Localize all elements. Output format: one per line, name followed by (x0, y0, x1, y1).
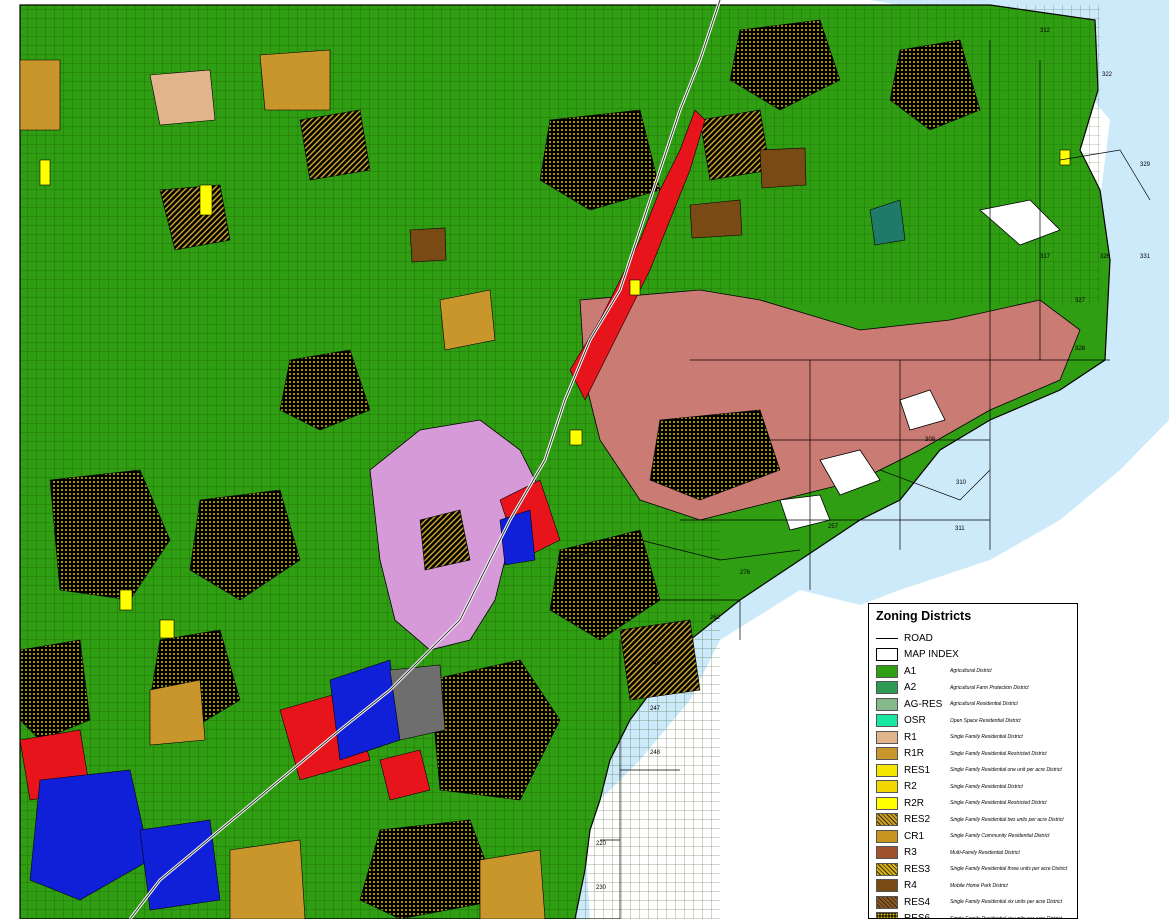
zoning-legend: Zoning Districts ROAD MAP INDEX A1 Agricult… (868, 603, 1078, 919)
legend-swatch (876, 747, 898, 760)
legend-swatch (876, 637, 898, 639)
legend-swatch (876, 879, 898, 892)
legend-description: Open Space Residential District (950, 717, 1021, 724)
legend-description: Agricultural District (950, 668, 992, 674)
legend-item: R4 Mobile Home Park District (876, 879, 1008, 893)
legend-item: R2R Single Family Residential Restricted … (876, 796, 1047, 810)
index-label: 317 (1040, 254, 1051, 260)
legend-description: Single Family Residential District (950, 783, 1023, 790)
legend-description: Mobile Home Park District (950, 882, 1008, 889)
legend-item: RES1 Single Family Residential one unit p… (876, 763, 1062, 777)
index-label: 329 (1140, 162, 1151, 168)
legend-swatch (876, 681, 898, 694)
legend-description: Single Family Community Residential Dist… (950, 833, 1050, 839)
legend-code: ROAD (904, 632, 933, 644)
index-label: 262 (710, 615, 721, 621)
legend-swatch (876, 813, 898, 826)
legend-code: OSR (904, 715, 926, 726)
legend-item: R1R Single Family Residential Restricted … (876, 747, 1047, 761)
legend-item: R1 Single Family Residential District (876, 730, 1023, 744)
legend-description: Single Family Residential District (950, 734, 1023, 740)
legend-item: MAP INDEX (876, 648, 959, 662)
legend-item: AG-RES Agricultural Residential District (876, 697, 1018, 711)
legend-title: Zoning Districts (876, 609, 972, 623)
legend-swatch (876, 829, 898, 843)
legend-item: RES3 Single Family Residential three unit… (876, 862, 1067, 876)
legend-code: A2 (904, 682, 917, 693)
legend-code: R1 (904, 731, 917, 743)
legend-description: Single Family Residential three units pe… (950, 866, 1068, 872)
legend-description: Agricultural Farm Protection District (950, 684, 1029, 691)
index-label: 331 (1140, 254, 1151, 260)
legend-code: RES2 (904, 814, 931, 825)
index-label: 257 (828, 524, 839, 530)
index-label: 327 (1075, 298, 1086, 304)
legend-item: R2 Single Family Residential District (876, 780, 1023, 794)
legend-swatch (876, 895, 898, 909)
legend-code: A1 (904, 665, 917, 677)
index-label: 326 (1100, 254, 1111, 260)
r1-patch (149, 69, 216, 126)
legend-item: A1 Agricultural District (876, 664, 992, 678)
legend-description: Single Family Residential two units per … (950, 816, 1064, 823)
legend-swatch (876, 763, 898, 777)
legend-swatch (876, 780, 898, 793)
legend-swatch (876, 664, 898, 678)
index-label: 322 (1102, 72, 1113, 78)
legend-swatch (876, 912, 898, 918)
legend-item: RES4 Single Family Residential six units … (876, 895, 1062, 909)
legend-swatch (876, 862, 898, 876)
index-label: 247 (650, 706, 661, 712)
legend-swatch (876, 846, 898, 859)
legend-code: MAP INDEX (904, 649, 959, 660)
legend-description: Single Family Residential six units per … (950, 915, 1062, 919)
legend-item: R3 Multi-Family Residential District (876, 846, 1020, 860)
legend-description: Multi-Family Residential District (950, 849, 1020, 856)
index-label: 312 (1040, 28, 1051, 34)
legend-swatch (876, 697, 898, 711)
legend-code: RES4 (904, 896, 931, 908)
legend-swatch (876, 648, 898, 661)
legend-item: CR1 Single Family Community Residential D… (876, 829, 1049, 843)
index-label: 328 (1075, 346, 1086, 352)
legend-description: Agricultural Residential District (950, 701, 1018, 707)
legend-code: R4 (904, 880, 917, 891)
legend-swatch (876, 714, 898, 727)
index-label: 230 (596, 885, 607, 891)
legend-item: ROAD (876, 631, 933, 645)
legend-code: R2 (904, 781, 917, 792)
legend-description: Single Family Residential one unit per a… (950, 767, 1062, 773)
legend-swatch (876, 730, 898, 744)
legend-code: RES6 (904, 913, 931, 919)
index-label: 310 (956, 480, 967, 486)
zoning-map-view: 312 322 329 317 326 331 327 328 309 310 … (0, 0, 1169, 919)
index-label: 220 (596, 841, 607, 847)
legend-code: CR1 (904, 830, 925, 842)
index-label: 309 (925, 437, 936, 443)
legend-swatch (876, 796, 898, 810)
legend-description: Single Family Residential Restricted Dis… (950, 750, 1047, 757)
legend-item: OSR Open Space Residential District (876, 714, 1021, 728)
legend-item: RES2 Single Family Residential two units … (876, 813, 1064, 827)
legend-item: RES6 Single Family Residential six units … (876, 912, 1062, 919)
legend-code: RES1 (904, 764, 931, 776)
index-label: 276 (740, 570, 751, 576)
legend-code: R2R (904, 797, 925, 809)
legend-code: RES3 (904, 863, 931, 875)
index-label: 246 (650, 661, 661, 667)
legend-code: R3 (904, 847, 917, 858)
legend-code: AG-RES (904, 698, 943, 710)
legend-code: R1R (904, 748, 925, 759)
legend-description: Single Family Residential six units per … (950, 899, 1062, 905)
legend-item: A2 Agricultural Farm Protection District (876, 681, 1029, 695)
index-label: 248 (650, 750, 661, 756)
legend-description: Single Family Residential Restricted Dis… (950, 800, 1047, 806)
grey-district (389, 664, 446, 741)
index-label: 311 (955, 526, 965, 532)
